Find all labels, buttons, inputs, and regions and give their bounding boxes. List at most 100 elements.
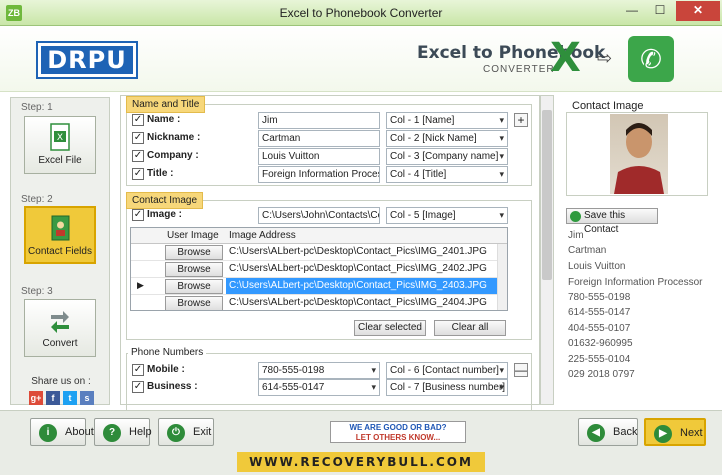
maximize-button[interactable]: ☐ (646, 1, 674, 21)
nickname-label: Nickname : (147, 132, 201, 143)
add-field-button[interactable]: + (514, 113, 528, 127)
contact-book-icon (51, 215, 70, 241)
step-2-label: Step: 2 (21, 194, 53, 205)
business-label: Business : (147, 381, 198, 392)
feedback-line-2: LET OTHERS KNOW... (355, 433, 441, 442)
contact-image-title: Contact Image (572, 100, 644, 112)
about-label: About (65, 426, 94, 438)
image-folder-path[interactable]: C:\Users\John\Contacts\Co (258, 207, 380, 224)
nickname-value[interactable]: Cartman (258, 130, 380, 147)
remove-field-button[interactable]: — (514, 363, 528, 377)
contact-phone-1: 780-555-0198 (568, 292, 631, 303)
clear-selected-button[interactable]: Clear selected (354, 320, 426, 336)
image-grid: User Image Image Address Browse C:\Users… (130, 227, 508, 311)
table-row[interactable]: Browse C:\Users\ALbert-pc\Desktop\Contac… (131, 261, 499, 278)
minimize-button[interactable]: — (618, 1, 646, 21)
company-checkbox[interactable]: ✓ (132, 150, 144, 162)
exit-button[interactable]: ⏻ Exit (158, 418, 214, 446)
next-arrow-icon: ▶ (654, 425, 672, 443)
contact-phone-2: 614-555-0147 (568, 307, 631, 318)
name-label: Name : (147, 114, 181, 125)
feedback-banner[interactable]: WE ARE GOOD OR BAD? LET OTHERS KNOW... (330, 421, 466, 443)
power-icon: ⏻ (167, 424, 185, 442)
contact-phone-5: 225-555-0104 (568, 354, 631, 365)
image-column-select[interactable]: Col - 5 [Image] (386, 207, 508, 224)
google-plus-icon[interactable]: g+ (29, 391, 43, 405)
share-icon[interactable]: s (80, 391, 94, 405)
excel-file-step-button[interactable]: X Excel File (24, 116, 96, 174)
steps-panel: Step: 1 X Excel File Step: 2 Contact Fie… (10, 97, 110, 405)
company-value[interactable]: Louis Vuitton (258, 148, 380, 165)
image-address-header: Image Address (229, 230, 296, 241)
back-button[interactable]: ◀ Back (578, 418, 638, 446)
table-row-selected[interactable]: ▶ Browse C:\Users\ALbert-pc\Desktop\Cont… (131, 278, 499, 295)
business-checkbox[interactable]: ✓ (132, 381, 144, 393)
image-address-cell: C:\Users\ALbert-pc\Desktop\Contact_Pics\… (229, 263, 487, 274)
contact-fields-step-button[interactable]: Contact Fields (24, 206, 96, 264)
name-column-select[interactable]: Col - 1 [Name] (386, 112, 508, 129)
image-checkbox[interactable]: ✓ (132, 209, 144, 221)
browse-button[interactable]: Browse (165, 279, 223, 294)
help-label: Help (129, 426, 152, 438)
name-value[interactable]: Jim (258, 112, 380, 129)
header-banner: DRPU Excel to Phonebook CONVERTER X ⇨ ✆ (0, 26, 722, 92)
excel-x-icon: X (550, 35, 581, 81)
title-label: Title : (147, 168, 174, 179)
title-value[interactable]: Foreign Information Processor (258, 166, 380, 183)
row-pointer-icon: ▶ (137, 280, 144, 290)
mobile-column-select[interactable]: Col - 6 [Contact number] (386, 362, 508, 379)
company-column-select[interactable]: Col - 3 [Company name] (386, 148, 508, 165)
contact-company: Louis Vuitton (568, 261, 626, 272)
exit-label: Exit (193, 426, 212, 438)
next-button[interactable]: ▶ Next (644, 418, 706, 446)
browse-button[interactable]: Browse (165, 245, 223, 260)
share-label: Share us on : (31, 376, 91, 387)
convert-step-button[interactable]: Convert (24, 299, 96, 357)
table-row[interactable]: Browse C:\Users\ALbert-pc\Desktop\Contac… (131, 295, 499, 310)
twitter-icon[interactable]: t (63, 391, 77, 405)
step-3-label: Step: 3 (21, 286, 53, 297)
browse-button[interactable]: Browse (165, 296, 223, 310)
title-checkbox[interactable]: ✓ (132, 168, 144, 180)
info-icon: i (39, 424, 57, 442)
image-label: Image : (147, 209, 183, 220)
business-column-select[interactable]: Col - 7 [Business number] (386, 379, 508, 396)
contact-phone-4: 01632-960995 (568, 338, 633, 349)
website-banner[interactable]: WWW.RECOVERYBULL.COM (237, 452, 485, 472)
mobile-label: Mobile : (147, 364, 185, 375)
mobile-value[interactable]: 780-555-0198 (258, 362, 380, 379)
grid-scrollbar[interactable] (497, 244, 507, 310)
table-row[interactable]: Browse C:\Users\ALbert-pc\Desktop\Contac… (131, 244, 499, 261)
mobile-checkbox[interactable]: ✓ (132, 364, 144, 376)
business-value[interactable]: 614-555-0147 (258, 379, 380, 396)
close-button[interactable]: ✕ (676, 1, 720, 21)
clear-all-button[interactable]: Clear all (434, 320, 506, 336)
facebook-icon[interactable]: f (46, 391, 60, 405)
phone-numbers-group-title: Phone Numbers (128, 347, 207, 358)
save-contact-label: Save this Contact (584, 210, 626, 235)
contact-phone-6: 029 2018 0797 (568, 369, 635, 380)
step-1-label: Step: 1 (21, 102, 53, 113)
nickname-checkbox[interactable]: ✓ (132, 132, 144, 144)
contact-image-group-title: Contact Image (126, 192, 204, 209)
help-button[interactable]: ? Help (94, 418, 152, 446)
image-grid-header: User Image Image Address (131, 228, 507, 244)
phonebook-icon: ✆ (628, 36, 674, 82)
contact-nickname: Cartman (568, 245, 607, 256)
back-label: Back (613, 426, 638, 438)
excel-file-label: Excel File (38, 155, 82, 166)
save-contact-button[interactable]: Save this Contact (566, 208, 658, 235)
name-checkbox[interactable]: ✓ (132, 114, 144, 126)
title-column-select[interactable]: Col - 4 [Title] (386, 166, 508, 183)
nickname-column-select[interactable]: Col - 2 [Nick Name] (386, 130, 508, 147)
contact-name: Jim (568, 230, 584, 241)
contact-phone-3: 404-555-0107 (568, 323, 631, 334)
window-title: Excel to Phonebook Converter (279, 6, 443, 20)
main-scrollbar-thumb[interactable] (542, 110, 552, 280)
image-address-cell: C:\Users\ALbert-pc\Desktop\Contact_Pics\… (226, 278, 498, 294)
browse-button[interactable]: Browse (165, 262, 223, 277)
about-button[interactable]: i About (30, 418, 94, 446)
contact-photo (610, 114, 668, 194)
user-image-header: User Image (167, 230, 219, 241)
image-address-cell: C:\Users\ALbert-pc\Desktop\Contact_Pics\… (229, 246, 487, 257)
